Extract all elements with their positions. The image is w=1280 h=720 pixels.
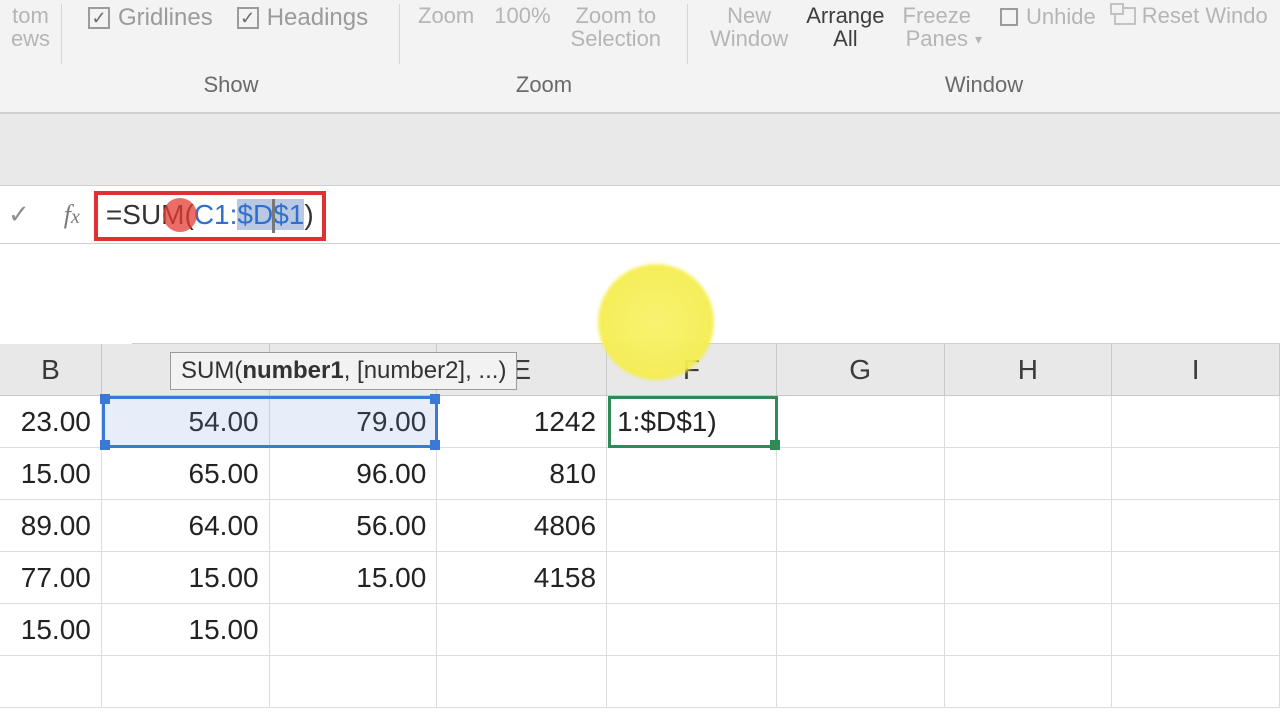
cell[interactable] bbox=[777, 500, 945, 552]
grid-row bbox=[0, 656, 1280, 708]
freeze-panes-button[interactable]: FreezePanes ▾ bbox=[903, 4, 983, 50]
cell[interactable]: 65.00 bbox=[102, 448, 270, 500]
cell[interactable] bbox=[607, 448, 777, 500]
ribbon-group-zoom: Zoom bbox=[400, 72, 688, 98]
grid-row: 15.0065.0096.00810 bbox=[0, 448, 1280, 500]
zoom-button[interactable]: Zoom bbox=[418, 4, 474, 27]
enter-icon[interactable]: ✓ bbox=[8, 199, 30, 230]
zoom-selection-button[interactable]: Zoom toSelection bbox=[571, 4, 662, 50]
cell[interactable]: 64.00 bbox=[102, 500, 270, 552]
grid-row: 15.0015.00 bbox=[0, 604, 1280, 656]
checkbox-icon bbox=[1000, 8, 1018, 26]
cell[interactable] bbox=[777, 396, 945, 448]
new-window-button[interactable]: NewWindow bbox=[710, 4, 788, 50]
cell[interactable]: 15.00 bbox=[0, 448, 102, 500]
formula-prefix: =SUM( bbox=[106, 199, 194, 230]
function-tooltip: SUM(number1, [number2], ...) bbox=[170, 352, 517, 390]
formula-ref1: C1 bbox=[194, 199, 230, 230]
cell[interactable] bbox=[1112, 656, 1280, 708]
cell[interactable] bbox=[1112, 604, 1280, 656]
cell[interactable] bbox=[945, 656, 1113, 708]
cell[interactable]: 4806 bbox=[437, 500, 607, 552]
grid-rows: 23.0054.0079.0012421:$D$1)15.0065.0096.0… bbox=[0, 396, 1280, 708]
column-header-g[interactable]: G bbox=[777, 344, 945, 395]
cell[interactable] bbox=[777, 448, 945, 500]
unhide-label: Unhide bbox=[1026, 4, 1096, 30]
ribbon-group-window: Window bbox=[688, 72, 1280, 98]
gridlines-label: Gridlines bbox=[118, 4, 213, 32]
cell[interactable] bbox=[607, 500, 777, 552]
checkbox-icon bbox=[237, 7, 259, 29]
ribbon-group-show: Show bbox=[62, 72, 400, 98]
grid-row: 89.0064.0056.004806 bbox=[0, 500, 1280, 552]
cell[interactable] bbox=[945, 448, 1113, 500]
cell[interactable]: 96.00 bbox=[270, 448, 438, 500]
column-header-f[interactable]: F bbox=[607, 344, 777, 395]
cell[interactable] bbox=[777, 552, 945, 604]
cell[interactable]: 23.00 bbox=[0, 396, 102, 448]
arrange-all-button[interactable]: ArrangeAll bbox=[806, 4, 884, 50]
formula-bar-expansion bbox=[132, 244, 1280, 344]
window-icon bbox=[1114, 7, 1136, 25]
tooltip-fn-name: SUM bbox=[181, 357, 234, 384]
cell[interactable] bbox=[270, 604, 438, 656]
cell[interactable] bbox=[607, 656, 777, 708]
cell[interactable] bbox=[1112, 500, 1280, 552]
grid-row: 23.0054.0079.0012421:$D$1) bbox=[0, 396, 1280, 448]
cell[interactable]: 79.00 bbox=[270, 396, 438, 448]
tooltip-bold-arg: number1 bbox=[242, 357, 343, 384]
cell[interactable]: 1:$D$1) bbox=[607, 396, 777, 448]
cell[interactable]: 15.00 bbox=[0, 604, 102, 656]
column-header-h[interactable]: H bbox=[945, 344, 1113, 395]
cell[interactable] bbox=[777, 604, 945, 656]
reset-window-button[interactable]: Reset Windo bbox=[1114, 4, 1268, 27]
formula-bar: ✓ fx =SUM(C1:$D$1) bbox=[0, 186, 1280, 244]
fx-icon[interactable]: fx bbox=[64, 200, 80, 230]
cell[interactable]: 54.00 bbox=[102, 396, 270, 448]
cell[interactable] bbox=[945, 604, 1113, 656]
zoom-100-button[interactable]: 100% bbox=[494, 4, 550, 27]
gridlines-checkbox[interactable]: Gridlines bbox=[88, 4, 213, 32]
cell[interactable] bbox=[0, 656, 102, 708]
cell[interactable]: 810 bbox=[437, 448, 607, 500]
unhide-checkbox[interactable]: Unhide bbox=[1000, 4, 1096, 30]
cell[interactable]: 4158 bbox=[437, 552, 607, 604]
ribbon-gap bbox=[0, 114, 1280, 186]
custom-views-button[interactable]: tomews bbox=[8, 4, 53, 50]
cell[interactable]: 89.00 bbox=[0, 500, 102, 552]
ribbon: tomews Gridlines Headings Zoom 100% Zoom… bbox=[0, 0, 1280, 114]
formula-input[interactable]: =SUM(C1:$D$1) bbox=[102, 197, 318, 233]
headings-label: Headings bbox=[267, 4, 368, 32]
cell[interactable] bbox=[270, 656, 438, 708]
formula-selection: $D$1 bbox=[237, 199, 304, 230]
spreadsheet-grid: BCDEFGHI 23.0054.0079.0012421:$D$1)15.00… bbox=[0, 344, 1280, 708]
cell[interactable]: 15.00 bbox=[270, 552, 438, 604]
cell[interactable] bbox=[1112, 396, 1280, 448]
cell[interactable] bbox=[1112, 552, 1280, 604]
column-header-b[interactable]: B bbox=[0, 344, 102, 395]
cell[interactable]: 77.00 bbox=[0, 552, 102, 604]
grid-row: 77.0015.0015.004158 bbox=[0, 552, 1280, 604]
cell[interactable] bbox=[945, 500, 1113, 552]
headings-checkbox[interactable]: Headings bbox=[237, 4, 368, 32]
cell[interactable] bbox=[607, 604, 777, 656]
cell[interactable] bbox=[102, 656, 270, 708]
cell[interactable] bbox=[777, 656, 945, 708]
cell[interactable] bbox=[437, 656, 607, 708]
reset-window-label: Reset Windo bbox=[1142, 4, 1268, 27]
chevron-down-icon: ▾ bbox=[975, 32, 982, 51]
cell[interactable] bbox=[1112, 448, 1280, 500]
cell[interactable]: 56.00 bbox=[270, 500, 438, 552]
formula-suffix: ) bbox=[304, 199, 313, 230]
cell[interactable]: 15.00 bbox=[102, 604, 270, 656]
cell[interactable] bbox=[945, 552, 1113, 604]
cell[interactable] bbox=[945, 396, 1113, 448]
cell[interactable] bbox=[437, 604, 607, 656]
cell[interactable] bbox=[607, 552, 777, 604]
cell[interactable]: 15.00 bbox=[102, 552, 270, 604]
checkbox-icon bbox=[88, 7, 110, 29]
freeze-panes-label: FreezePanes bbox=[903, 4, 971, 50]
column-header-i[interactable]: I bbox=[1112, 344, 1280, 395]
cell[interactable]: 1242 bbox=[437, 396, 607, 448]
